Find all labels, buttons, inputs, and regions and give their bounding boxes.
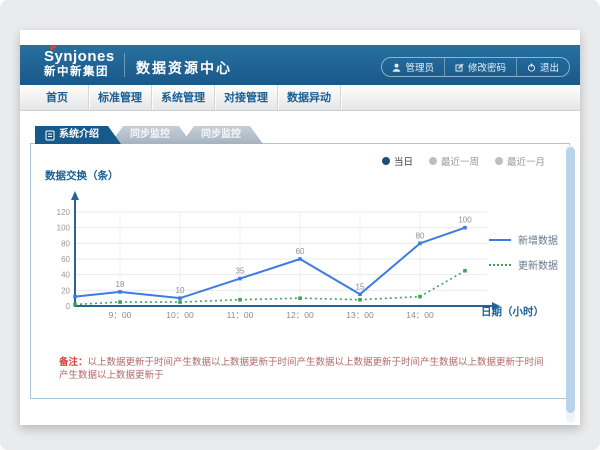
radio-unselected-icon bbox=[429, 157, 437, 165]
logo-text: Synjones bbox=[44, 49, 115, 66]
svg-text:120: 120 bbox=[57, 208, 71, 217]
svg-text:10: 10 bbox=[176, 286, 185, 295]
tab-sync-monitor-1[interactable]: 同步监控 bbox=[110, 126, 192, 144]
radio-label: 最近一月 bbox=[507, 154, 545, 168]
footnote-label: 备注： bbox=[59, 357, 88, 368]
svg-text:14：00: 14：00 bbox=[406, 310, 434, 320]
svg-text:18: 18 bbox=[116, 280, 125, 289]
chart-legend: 新增数据 更新数据 bbox=[489, 232, 558, 282]
radio-label: 最近一周 bbox=[441, 154, 479, 168]
scrollbar-thumb[interactable] bbox=[566, 147, 575, 413]
tab-bar: 系统介绍 同步监控 同步监控 bbox=[35, 126, 263, 144]
page-title: 数据资源中心 bbox=[136, 58, 232, 78]
user-label: 管理员 bbox=[405, 60, 434, 74]
power-icon bbox=[527, 63, 536, 72]
logout-button[interactable]: 退出 bbox=[516, 58, 569, 76]
change-password-label: 修改密码 bbox=[468, 60, 506, 74]
tab-label: 系统介绍 bbox=[59, 126, 99, 144]
main-nav: 首页 标准管理 系统管理 对接管理 数据异动 bbox=[20, 85, 580, 111]
legend-line-dotted-icon bbox=[489, 264, 511, 266]
svg-text:100: 100 bbox=[458, 216, 472, 225]
legend-item-new-data: 新增数据 bbox=[489, 232, 558, 247]
edit-icon bbox=[455, 63, 464, 72]
x-axis-label: 日期（小时） bbox=[481, 304, 544, 319]
scrollbar-track[interactable] bbox=[566, 145, 575, 423]
radio-label: 当日 bbox=[394, 154, 413, 168]
nav-item-system-mgmt[interactable]: 系统管理 bbox=[152, 85, 215, 110]
tab-label: 同步监控 bbox=[130, 129, 170, 140]
radio-option-last-week[interactable]: 最近一周 bbox=[429, 154, 479, 168]
document-icon bbox=[45, 130, 55, 141]
nav-item-interface-mgmt[interactable]: 对接管理 bbox=[215, 85, 278, 110]
user-menu: 管理员 修改密码 退出 bbox=[381, 57, 570, 77]
header-divider bbox=[124, 53, 125, 77]
svg-text:10：00: 10：00 bbox=[166, 310, 194, 320]
legend-item-updated-data: 更新数据 bbox=[489, 257, 558, 272]
svg-text:80: 80 bbox=[416, 231, 425, 240]
app-window: Synjones 新中新集团 数据资源中心 管理员 bbox=[0, 0, 600, 450]
svg-text:40: 40 bbox=[61, 271, 70, 280]
svg-text:60: 60 bbox=[61, 255, 70, 264]
range-filter-group: 当日 最近一周 最近一月 bbox=[382, 154, 545, 168]
nav-item-standard-mgmt[interactable]: 标准管理 bbox=[89, 85, 152, 110]
svg-text:15: 15 bbox=[356, 282, 365, 291]
svg-text:20: 20 bbox=[61, 286, 70, 295]
footnote-text: 以上数据更新于时间产生数据以上数据更新于时间产生数据以上数据更新于时间产生数据以… bbox=[59, 357, 544, 381]
svg-text:60: 60 bbox=[296, 247, 305, 256]
svg-text:35: 35 bbox=[236, 267, 245, 276]
tab-label: 同步监控 bbox=[201, 129, 241, 140]
legend-line-solid-icon bbox=[489, 239, 511, 241]
brand-logo: Synjones 新中新集团 bbox=[44, 49, 115, 78]
user-button[interactable]: 管理员 bbox=[382, 58, 444, 76]
page: Synjones 新中新集团 数据资源中心 管理员 bbox=[20, 30, 580, 425]
logout-label: 退出 bbox=[540, 60, 559, 74]
svg-text:0: 0 bbox=[66, 302, 71, 311]
header-bar: Synjones 新中新集团 数据资源中心 管理员 bbox=[20, 45, 580, 85]
legend-label: 新增数据 bbox=[518, 232, 558, 247]
footnote: 备注：以上数据更新于时间产生数据以上数据更新于时间产生数据以上数据更新于时间产生… bbox=[59, 356, 549, 383]
logo-subtext: 新中新集团 bbox=[44, 66, 115, 79]
svg-text:9：00: 9：00 bbox=[109, 310, 132, 320]
legend-label: 更新数据 bbox=[518, 257, 558, 272]
logo-main-text: Synjones bbox=[44, 48, 115, 65]
svg-text:100: 100 bbox=[57, 224, 71, 233]
nav-item-home[interactable]: 首页 bbox=[26, 85, 89, 110]
y-axis-label: 数据交换（条） bbox=[45, 168, 119, 183]
svg-text:12：00: 12：00 bbox=[286, 310, 314, 320]
radio-unselected-icon bbox=[495, 157, 503, 165]
nav-item-data-change[interactable]: 数据异动 bbox=[278, 85, 341, 110]
svg-text:13：00: 13：00 bbox=[346, 310, 374, 320]
user-icon bbox=[392, 63, 401, 72]
svg-text:80: 80 bbox=[61, 239, 70, 248]
tab-system-intro[interactable]: 系统介绍 bbox=[35, 126, 121, 144]
line-chart: 0 20 40 60 80 100 120 9：00 10：00 11：00 12：00 13：00 1… bbox=[45, 190, 515, 330]
chart-panel: 当日 最近一周 最近一月 数据交换（条） 0 20 40 60 80 100 120 9：00… bbox=[30, 143, 570, 399]
radio-selected-icon bbox=[382, 157, 390, 165]
svg-text:11：00: 11：00 bbox=[227, 310, 254, 320]
tab-sync-monitor-2[interactable]: 同步监控 bbox=[181, 126, 263, 144]
radio-option-today[interactable]: 当日 bbox=[382, 154, 413, 168]
radio-option-last-month[interactable]: 最近一月 bbox=[495, 154, 545, 168]
change-password-button[interactable]: 修改密码 bbox=[444, 58, 516, 76]
